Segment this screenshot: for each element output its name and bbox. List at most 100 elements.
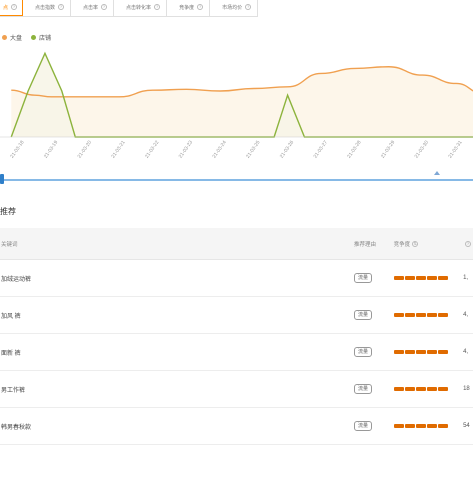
x-tick-label: 21-03-21 xyxy=(110,140,127,160)
competition-bar-segment xyxy=(426,276,437,280)
series-area-0 xyxy=(11,66,473,137)
number-cell: 4, xyxy=(463,349,469,355)
competition-bar-segment xyxy=(426,424,437,428)
competition-cell xyxy=(393,313,463,317)
tag-badge: 流量 xyxy=(354,347,373,357)
competition-bar-segment xyxy=(437,424,448,428)
competition-bars xyxy=(393,276,463,280)
section-title: 推荐 xyxy=(0,207,16,216)
header-number: ? xyxy=(463,240,473,247)
competition-bar-segment xyxy=(393,313,404,317)
competition-bar-segment xyxy=(437,350,448,354)
help-icon: ? xyxy=(58,4,65,10)
competition-cell xyxy=(393,387,463,391)
help-icon: ? xyxy=(465,240,472,247)
table-row[interactable]: 面新 裤 流量 4, xyxy=(0,334,473,371)
competition-bar-segment xyxy=(404,313,415,317)
tab-label: 市场均价 xyxy=(222,4,243,11)
header-keyword: 关键词 xyxy=(1,241,18,248)
competition-bar-segment xyxy=(404,276,415,280)
x-tick-label: 21-03-31 xyxy=(447,140,464,160)
keyword-cell: 加绒运动裤 xyxy=(1,276,32,283)
keyword-cell: 韩男春秋款 xyxy=(1,424,32,431)
range-marker-icon xyxy=(434,171,440,175)
competition-cell xyxy=(393,424,463,428)
competition-bar-segment xyxy=(415,424,426,428)
x-tick-label: 21-03-30 xyxy=(414,140,431,160)
table-row[interactable]: 加绒运动裤 流量 1, xyxy=(0,260,473,297)
tab-label: 点击指数 xyxy=(35,4,56,11)
competition-bars xyxy=(393,424,463,428)
tab-0[interactable]: 点? xyxy=(0,0,24,16)
tab-4[interactable]: 竞争度? xyxy=(167,0,211,16)
competition-bar-segment xyxy=(393,387,404,391)
tab-label: 点 xyxy=(3,4,9,11)
tag-cell: 流量 xyxy=(354,384,394,394)
competition-bar-segment xyxy=(426,313,437,317)
metric-tabs: 点? 点击指数? 点击率? 点击转化率? 竞争度? 市场均价? xyxy=(0,0,259,17)
x-tick-label: 21-03-22 xyxy=(144,140,161,160)
tag-badge: 流量 xyxy=(354,310,373,320)
competition-bar-segment xyxy=(426,350,437,354)
x-tick-label: 21-03-29 xyxy=(380,140,397,160)
x-tick-label: 21-03-23 xyxy=(178,140,195,160)
competition-bar-segment xyxy=(437,276,448,280)
competition-bar-segment xyxy=(393,424,404,428)
table-row[interactable]: 韩男春秋款 流量 54 xyxy=(0,408,473,445)
help-icon: ? xyxy=(245,4,252,10)
competition-bar-segment xyxy=(393,276,404,280)
header-competition[interactable]: 竞争度 ⇅ xyxy=(394,240,463,248)
keyword-cell: 男工作裤 xyxy=(1,387,26,394)
tag-badge: 流量 xyxy=(354,273,373,283)
table-header: 关键词 推荐理由 竞争度 ⇅ ? xyxy=(0,228,473,260)
number-cell: 54 xyxy=(463,423,470,429)
tag-cell: 流量 xyxy=(354,421,394,431)
x-tick-label: 21-03-19 xyxy=(43,140,60,160)
table-row[interactable]: 加风 裤 流量 4, xyxy=(0,297,473,334)
competition-bar-segment xyxy=(404,350,415,354)
help-icon: ? xyxy=(154,4,161,10)
tab-label: 点击转化率 xyxy=(126,4,152,11)
tab-label: 点击率 xyxy=(83,4,99,11)
tab-2[interactable]: 点击率? xyxy=(71,0,115,16)
header-competition-label: 竞争度 xyxy=(393,241,411,248)
competition-bar-segment xyxy=(437,387,448,391)
competition-bar-segment xyxy=(415,350,426,354)
number-cell: 18 xyxy=(463,386,470,392)
tab-label: 竞争度 xyxy=(179,4,195,11)
range-slider-handle[interactable] xyxy=(0,174,4,184)
help-icon: ? xyxy=(11,4,18,10)
competition-bar-segment xyxy=(415,387,426,391)
x-tick-label: 21-03-28 xyxy=(346,140,363,160)
help-icon: ? xyxy=(197,4,204,10)
table-row[interactable]: 男工作裤 流量 18 xyxy=(0,371,473,408)
tag-badge: 流量 xyxy=(354,421,373,431)
sort-icon[interactable]: ⇅ xyxy=(412,240,419,247)
keyword-table: 关键词 推荐理由 竞争度 ⇅ ? 加绒运动裤 流量 1, 加风 裤流量 4, 面新 裤流量… xyxy=(0,228,473,445)
tag-cell: 流量 xyxy=(354,310,394,320)
tag-cell: 流量 xyxy=(354,273,394,283)
table-body: 加绒运动裤 流量 1, 加风 裤流量 4, 面新 裤流量 4, 男工作裤 流量 18 韩男春秋款 流量… xyxy=(0,260,473,445)
competition-bar-segment xyxy=(437,313,448,317)
x-tick-label: 21-03-24 xyxy=(211,140,228,160)
tab-3[interactable]: 点击转化率? xyxy=(114,0,168,16)
tag-cell: 流量 xyxy=(354,347,394,357)
competition-bar-segment xyxy=(393,350,404,354)
header-tag: 推荐理由 xyxy=(354,241,377,248)
competition-bar-segment xyxy=(426,387,437,391)
competition-cell xyxy=(393,350,463,354)
tab-1[interactable]: 点击指数? xyxy=(23,0,72,16)
tag-badge: 流量 xyxy=(354,384,373,394)
number-cell: 1, xyxy=(463,275,469,281)
number-cell: 4, xyxy=(463,312,469,318)
x-tick-label: 21-03-25 xyxy=(245,140,262,160)
competition-bars xyxy=(393,350,463,354)
x-tick-label: 21-03-18 xyxy=(9,140,26,160)
tab-5[interactable]: 市场均价? xyxy=(210,0,257,16)
competition-bars xyxy=(393,313,463,317)
keyword-cell: 面新 裤 xyxy=(1,350,21,357)
x-tick-label: 21-03-20 xyxy=(77,140,94,160)
x-tick-label: 21-03-26 xyxy=(279,140,296,160)
keyword-cell: 加风 裤 xyxy=(1,313,21,320)
competition-bar-segment xyxy=(415,276,426,280)
